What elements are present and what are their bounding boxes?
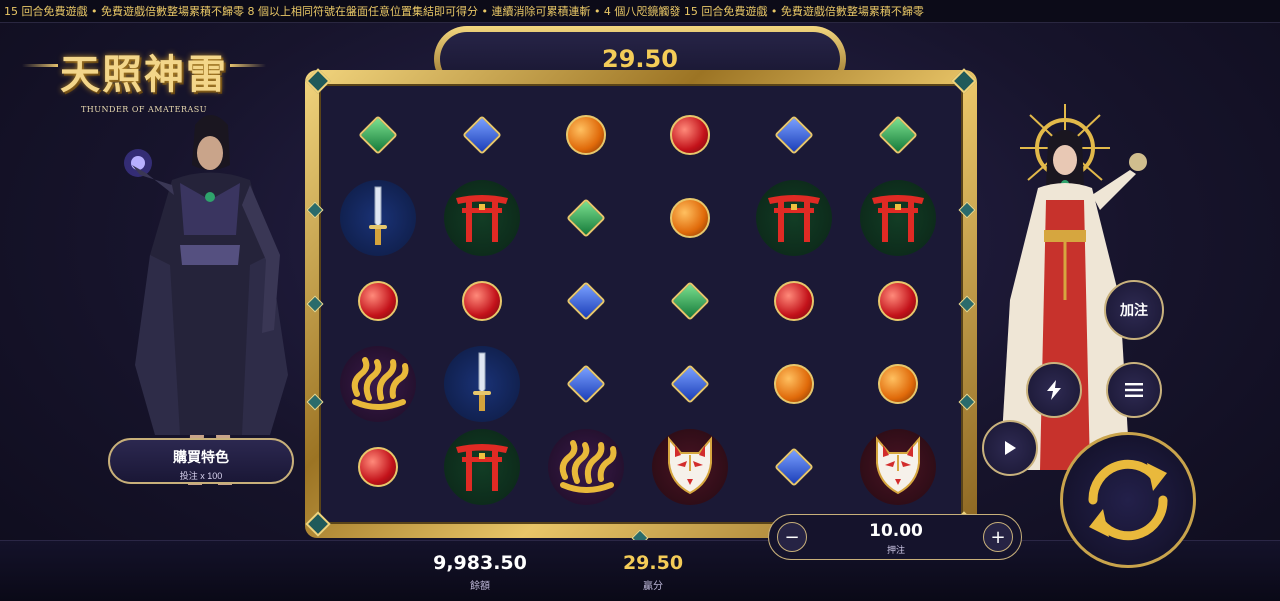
torii-icon — [870, 190, 926, 246]
blue-gem-icon — [774, 446, 814, 487]
increase-stake-button[interactable]: + — [983, 522, 1013, 552]
reel-cell — [430, 342, 534, 425]
reel-cell — [638, 342, 742, 425]
turbo-button[interactable] — [1026, 362, 1082, 418]
buy-feature-label: 購買特色 — [173, 449, 229, 465]
reel-cell — [326, 176, 430, 259]
blue-gem-icon — [566, 280, 606, 321]
add-bet-button[interactable]: 加注 — [1104, 280, 1164, 340]
reel-grid — [326, 93, 956, 509]
green-gem-icon — [358, 114, 398, 155]
orange-orb-icon — [774, 363, 814, 404]
red-orb-icon — [358, 280, 398, 321]
info-ticker: 15 回合免費遊戲 • 免費遊戲倍數整場累積不歸零 8 個以上相同符號在盤面任意… — [0, 0, 1280, 23]
reel-cell — [534, 259, 638, 342]
reel-cell — [430, 425, 534, 508]
reel-cell — [846, 93, 950, 176]
reel-cell — [638, 259, 742, 342]
kitsune-mask-icon — [871, 435, 925, 499]
win-amount-display: 29.50 贏分 — [578, 552, 728, 592]
autoplay-button[interactable] — [982, 420, 1038, 476]
torii-icon — [454, 190, 510, 246]
reel-cell — [326, 425, 430, 508]
blue-gem-icon — [566, 363, 606, 404]
win-amount-label: 贏分 — [643, 581, 663, 592]
reel-cell — [534, 93, 638, 176]
reel-cell — [534, 176, 638, 259]
orange-orb-icon — [878, 363, 918, 404]
blue-gem-icon — [462, 114, 502, 155]
orange-orb-icon — [670, 197, 710, 238]
reel-cell — [846, 425, 950, 508]
balance-value: 9,983.50 — [433, 552, 527, 574]
green-gem-icon — [566, 197, 606, 238]
green-gem-icon — [670, 280, 710, 321]
play-icon — [1005, 441, 1016, 455]
reel-cell — [326, 93, 430, 176]
torii-icon — [766, 190, 822, 246]
serpent-icon — [555, 437, 617, 497]
logo-title: 天照神雷 — [60, 51, 228, 98]
reel-cell — [430, 93, 534, 176]
serpent-icon — [347, 354, 409, 414]
red-orb-icon — [462, 280, 502, 321]
reel-cell — [742, 259, 846, 342]
stake-control: − 10.00 押注 + — [768, 514, 1022, 560]
spin-arrows-icon — [1088, 459, 1168, 541]
kitsune-mask-icon — [663, 435, 717, 499]
reel-cell — [326, 342, 430, 425]
reel-cell — [638, 93, 742, 176]
red-orb-icon — [358, 446, 398, 487]
reel-cell — [638, 176, 742, 259]
menu-button[interactable] — [1106, 362, 1162, 418]
blue-gem-icon — [670, 363, 710, 404]
red-orb-icon — [670, 114, 710, 155]
reel-cell — [742, 176, 846, 259]
katana-icon — [363, 185, 393, 251]
reel-cell — [430, 176, 534, 259]
stake-value: 10.00 — [869, 521, 923, 541]
reel-cell — [846, 176, 950, 259]
reel-cell — [534, 425, 638, 508]
buy-feature-button[interactable]: 購買特色 投注 x 100 — [108, 438, 294, 484]
red-orb-icon — [774, 280, 814, 321]
orange-orb-icon — [566, 114, 606, 155]
ticker-text: 15 回合免費遊戲 • 免費遊戲倍數整場累積不歸零 8 個以上相同符號在盤面任意… — [4, 5, 924, 18]
reel-cell — [638, 425, 742, 508]
stake-label: 押注 — [886, 546, 905, 556]
spin-button[interactable] — [1060, 432, 1196, 568]
decrease-stake-button[interactable]: − — [777, 522, 807, 552]
reel-cell — [742, 425, 846, 508]
win-amount-value: 29.50 — [622, 552, 684, 574]
torii-icon — [454, 439, 510, 495]
lightning-icon — [1047, 380, 1061, 400]
reel-cell — [846, 342, 950, 425]
green-gem-icon — [878, 114, 918, 155]
reel-cell — [742, 342, 846, 425]
katana-icon — [467, 351, 497, 417]
reel-cell — [534, 342, 638, 425]
reel-cell — [846, 259, 950, 342]
balance-label: 餘額 — [470, 581, 490, 592]
red-orb-icon — [878, 280, 918, 321]
blue-gem-icon — [774, 114, 814, 155]
reel-cell — [742, 93, 846, 176]
reel-cell — [326, 259, 430, 342]
balance-display: 9,983.50 餘額 — [405, 552, 555, 592]
buy-feature-cost: 投注 x 100 — [179, 471, 223, 481]
menu-icon — [1125, 383, 1143, 397]
reel-cell — [430, 259, 534, 342]
